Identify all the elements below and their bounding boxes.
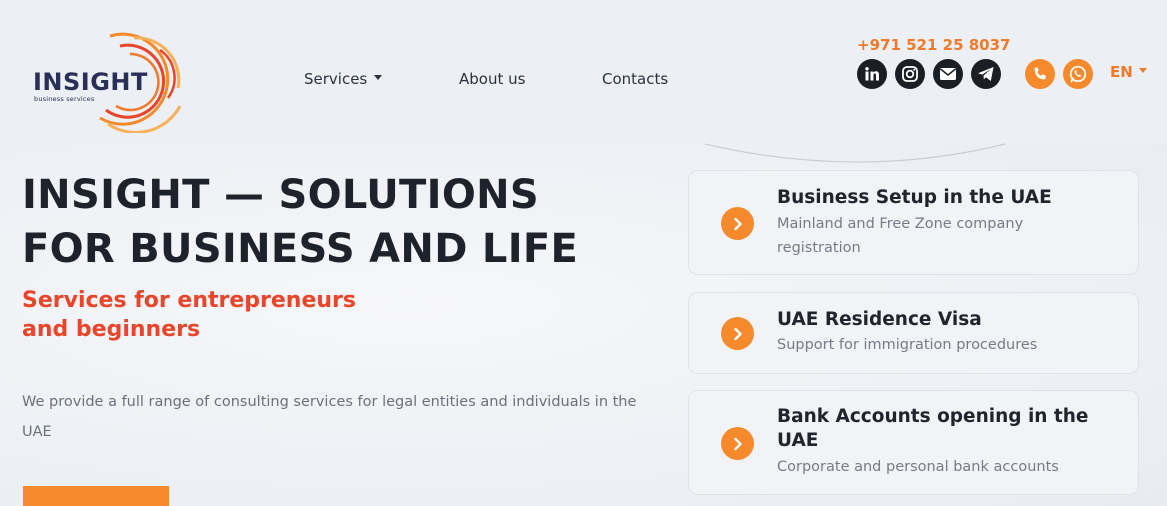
- nav-item-label: Services: [304, 70, 368, 88]
- telegram-icon[interactable]: [971, 59, 1001, 89]
- phone-number-link[interactable]: +971 521 25 8037: [857, 36, 1010, 54]
- chevron-down-icon: [1138, 68, 1147, 73]
- hero-description: We provide a full range of consulting se…: [22, 394, 637, 440]
- language-selector[interactable]: EN: [1110, 63, 1147, 81]
- service-card-residence-visa[interactable]: UAE Residence Visa Support for immigrati…: [688, 292, 1139, 374]
- decorative-arc: [704, 143, 1006, 163]
- linkedin-icon[interactable]: [857, 59, 887, 89]
- hero-title: INSIGHT — SOLUTIONS FOR BUSINESS AND LIF…: [22, 168, 672, 276]
- hero-title-line: FOR BUSINESS AND LIFE: [22, 226, 579, 272]
- language-label: EN: [1110, 63, 1133, 81]
- logo-wordmark: INSIGHT: [33, 68, 148, 96]
- chevron-right-icon: [721, 427, 754, 460]
- whatsapp-icon[interactable]: [1063, 59, 1093, 89]
- chevron-right-icon: [721, 317, 754, 350]
- service-card-bank-accounts[interactable]: Bank Accounts opening in the UAE Corpora…: [688, 390, 1139, 495]
- nav-item-label: About us: [459, 70, 526, 88]
- nav-item-about[interactable]: About us: [459, 70, 525, 88]
- service-card-description: Support for immigration procedures: [777, 337, 1038, 353]
- chevron-down-icon: [374, 75, 383, 80]
- service-card-title: UAE Residence Visa: [777, 309, 982, 330]
- nav-item-label: Contacts: [602, 70, 669, 88]
- service-card-description: Mainland and Free Zone company registrat…: [777, 216, 1024, 256]
- service-card-title: Business Setup in the UAE: [777, 187, 1052, 208]
- hero-subtitle-line: and beginners: [22, 317, 201, 342]
- logo-tagline: business services: [34, 95, 95, 103]
- cta-button[interactable]: [23, 486, 169, 506]
- hero-subtitle-line: Services for entrepreneurs: [22, 288, 356, 313]
- chevron-right-icon: [721, 207, 754, 240]
- phone-icon[interactable]: [1025, 59, 1055, 89]
- hero-subtitle: Services for entrepreneurs and beginners: [22, 286, 442, 344]
- nav-item-contacts[interactable]: Contacts: [602, 70, 668, 88]
- service-card-title: Bank Accounts opening in the UAE: [777, 406, 1089, 451]
- service-card-description: Corporate and personal bank accounts: [777, 459, 1059, 475]
- logo[interactable]: INSIGHT business services: [30, 28, 190, 133]
- instagram-icon[interactable]: [895, 59, 925, 89]
- nav-item-services[interactable]: Services: [304, 70, 383, 88]
- email-icon[interactable]: [933, 59, 963, 89]
- hero-title-line: INSIGHT — SOLUTIONS: [22, 172, 540, 218]
- service-card-business-setup[interactable]: Business Setup in the UAE Mainland and F…: [688, 170, 1139, 275]
